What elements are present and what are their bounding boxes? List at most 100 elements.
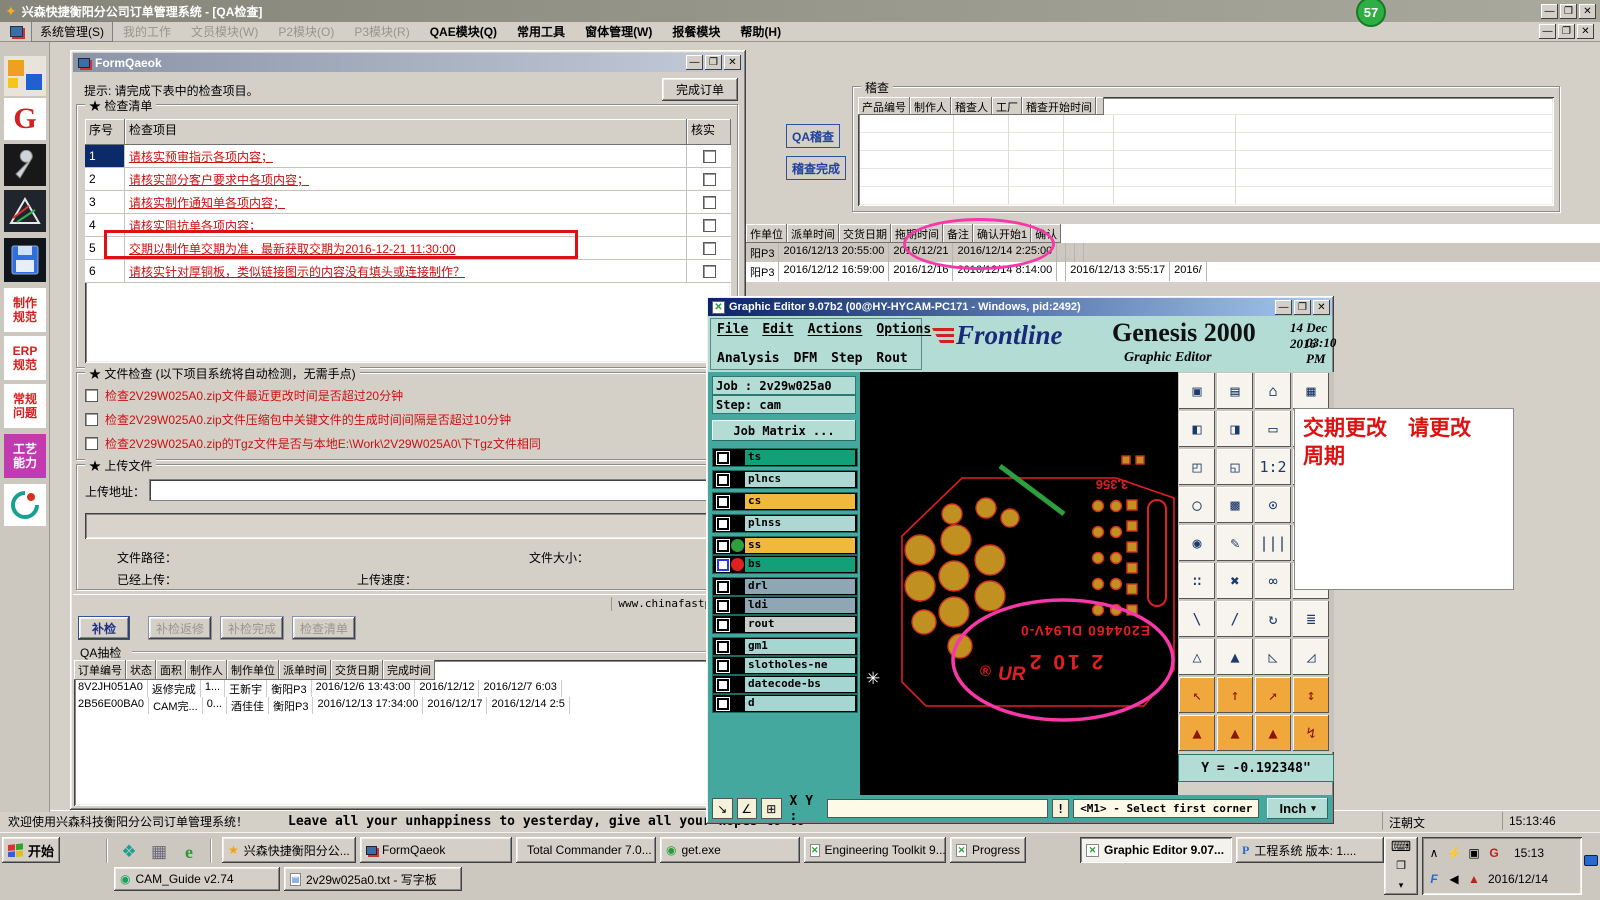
sidebar-item-gongyi-nengli[interactable]: 工艺 能力 (4, 434, 46, 478)
minimize-button[interactable]: — (1541, 3, 1558, 19)
verify-checkbox[interactable] (702, 218, 716, 232)
layer-row[interactable]: datecode-bs (712, 675, 858, 694)
qa-column-header[interactable]: 完成时间 (383, 660, 435, 680)
inspect-column-header[interactable]: 稽查开始时间 (1022, 97, 1096, 115)
ge-tool-button[interactable]: \ (1179, 601, 1215, 637)
file-check-checkbox[interactable] (85, 388, 98, 402)
layer-name[interactable]: cs (745, 494, 855, 509)
ge-menu-item[interactable]: Edit (762, 322, 793, 337)
layer-checkbox[interactable] (716, 472, 730, 487)
menu-item[interactable]: 常用工具 (507, 22, 575, 41)
ge-tool-button[interactable]: ◺ (1255, 639, 1291, 675)
menu-item[interactable]: 帮助(H) (730, 22, 791, 41)
ge-menu-item[interactable]: Analysis (717, 351, 780, 366)
qa-column-header[interactable]: 交货日期 (331, 660, 383, 680)
ge-maximize-button[interactable]: ❐ (1294, 299, 1311, 315)
qa-column-header[interactable]: 制作人 (186, 660, 227, 680)
start-button[interactable]: 开始 (2, 837, 60, 863)
ge-tool-button[interactable]: ↖ (1179, 677, 1215, 713)
ge-tool-button[interactable]: ▲ (1217, 639, 1253, 675)
maximize-button[interactable]: ❐ (1560, 3, 1577, 19)
menu-item[interactable]: P2模块(O) (268, 22, 344, 41)
finish-order-button[interactable]: 完成订单 (662, 78, 738, 101)
upload-address-input[interactable] (149, 479, 725, 501)
recheck-return-button[interactable]: 补检返修 (148, 616, 212, 640)
layer-name[interactable]: plncs (745, 472, 855, 487)
ge-tool-button[interactable]: ⌂ (1255, 373, 1291, 409)
layer-name[interactable]: ss (745, 538, 855, 553)
ge-tool-button[interactable]: ∷ (1179, 563, 1215, 599)
orders-column-header[interactable]: 交货日期 (839, 224, 891, 243)
mdi-close-button[interactable]: ✕ (1577, 24, 1594, 39)
qa-column-header[interactable]: 派单时间 (279, 660, 331, 680)
mdi-minimize-button[interactable]: — (1539, 24, 1556, 39)
quicklaunch-calculator-icon[interactable]: ▦ (148, 841, 170, 863)
ge-close-button[interactable]: ✕ (1313, 299, 1330, 315)
layer-row[interactable]: plncs (712, 470, 858, 489)
job-matrix-button[interactable]: Job Matrix ... (712, 420, 856, 441)
ge-tool-button[interactable]: ✖ (1217, 563, 1253, 599)
layer-checkbox[interactable] (716, 617, 730, 632)
ge-menu-item[interactable]: Options (876, 322, 931, 337)
menu-item[interactable]: 文员模块(W) (181, 22, 268, 41)
layer-row[interactable]: bs (712, 555, 858, 574)
ge-tool-button[interactable]: ▲ (1255, 715, 1291, 751)
qa-inspect-button[interactable]: QA稽查 (786, 124, 840, 148)
ge-canvas[interactable]: 3.356 E204460 DL94V-0 2 10 2 ® UR ✳ (860, 372, 1178, 795)
recheck-done-button[interactable]: 补检完成 (220, 616, 284, 640)
inspect-column-header[interactable] (1096, 97, 1104, 115)
ge-tool-button[interactable]: ▲ (1217, 715, 1253, 751)
checklist-row[interactable]: 3 请核实制作通知单各项内容； (85, 191, 731, 214)
ge-angle-tool[interactable]: ∠ (736, 798, 758, 819)
menu-item[interactable]: 我的工作 (113, 22, 181, 41)
layer-row[interactable]: ts (712, 448, 858, 467)
layer-checkbox[interactable] (716, 557, 730, 572)
layer-name[interactable]: ts (745, 450, 855, 465)
taskbar-button-main-app[interactable]: ★ 兴森快捷衡阳分公... (222, 837, 356, 863)
form-close-button[interactable]: ✕ (724, 55, 741, 70)
layer-row[interactable]: gm1 (712, 637, 858, 656)
layer-row[interactable]: rout (712, 615, 858, 634)
sidebar-item-zhizuo-guifan[interactable]: 制作 规范 (4, 288, 46, 332)
show-desktop-icon[interactable] (1584, 855, 1598, 866)
layer-row[interactable]: ss (712, 536, 858, 555)
g-tray-icon[interactable]: G (1486, 845, 1502, 861)
keyboard-layout-icon[interactable]: ⌨ (1391, 838, 1411, 855)
ge-tool-button[interactable]: ⊙ (1255, 487, 1291, 523)
inspect-column-header[interactable]: 工厂 (992, 97, 1022, 115)
layer-checkbox[interactable] (716, 658, 730, 673)
quicklaunch-msn-icon[interactable]: ❖ (118, 841, 140, 863)
layer-row[interactable]: slotholes-ne (712, 656, 858, 675)
ge-titlebar[interactable]: ✕ Graphic Editor 9.07b2 (00@HY-HYCAM-PC1… (708, 298, 1332, 316)
layer-row[interactable]: ldi (712, 596, 858, 615)
ge-tool-button[interactable]: ✎ (1217, 525, 1253, 561)
power-plug-icon[interactable]: ⚡ (1446, 845, 1462, 861)
layer-checkbox[interactable] (716, 538, 730, 553)
layer-name[interactable]: datecode-bs (745, 677, 855, 692)
ge-tool-button[interactable]: ▲ (1179, 715, 1215, 751)
orders-row[interactable]: 阳P3 2016/12/13 20:55:00 2016/12/21 2016/12/… (746, 243, 1600, 262)
verify-checkbox[interactable] (702, 195, 716, 209)
ge-menu-item[interactable]: Rout (876, 351, 907, 366)
menu-item[interactable]: QAE模块(Q) (420, 22, 507, 41)
layer-checkbox[interactable] (716, 598, 730, 613)
menu-item[interactable]: P3模块(R) (344, 22, 419, 41)
prism-icon[interactable] (4, 190, 46, 232)
layer-name[interactable]: drl (745, 579, 855, 594)
speaker-icon[interactable]: ◀ (1446, 871, 1462, 887)
verify-checkbox[interactable] (702, 241, 716, 255)
layer-checkbox[interactable] (716, 516, 730, 531)
tiles-icon[interactable] (4, 56, 46, 96)
ge-tool-button[interactable]: ◰ (1179, 449, 1215, 485)
qa-row[interactable]: 8V2JH051A0 返修完成 1... 王新宇 衡阳P3 2016/12/6 13:43… (74, 680, 742, 697)
ge-units-dropdown[interactable]: Inch ▾ (1267, 798, 1328, 819)
checklist-row[interactable]: 1 请核实预审指示各项内容； (85, 145, 731, 168)
ge-tool-button[interactable]: ◉ (1179, 525, 1215, 561)
sidebar-item-erp-guifan[interactable]: ERP 规范 (4, 336, 46, 380)
verify-checkbox[interactable] (702, 264, 716, 278)
layer-name[interactable]: rout (745, 617, 855, 632)
taskbar-button-project-system[interactable]: P 工程系统 版本: 1.... (1236, 837, 1384, 863)
form-minimize-button[interactable]: — (686, 55, 703, 70)
ge-tool-button[interactable]: ◧ (1179, 411, 1215, 447)
layer-checkbox[interactable] (716, 677, 730, 692)
